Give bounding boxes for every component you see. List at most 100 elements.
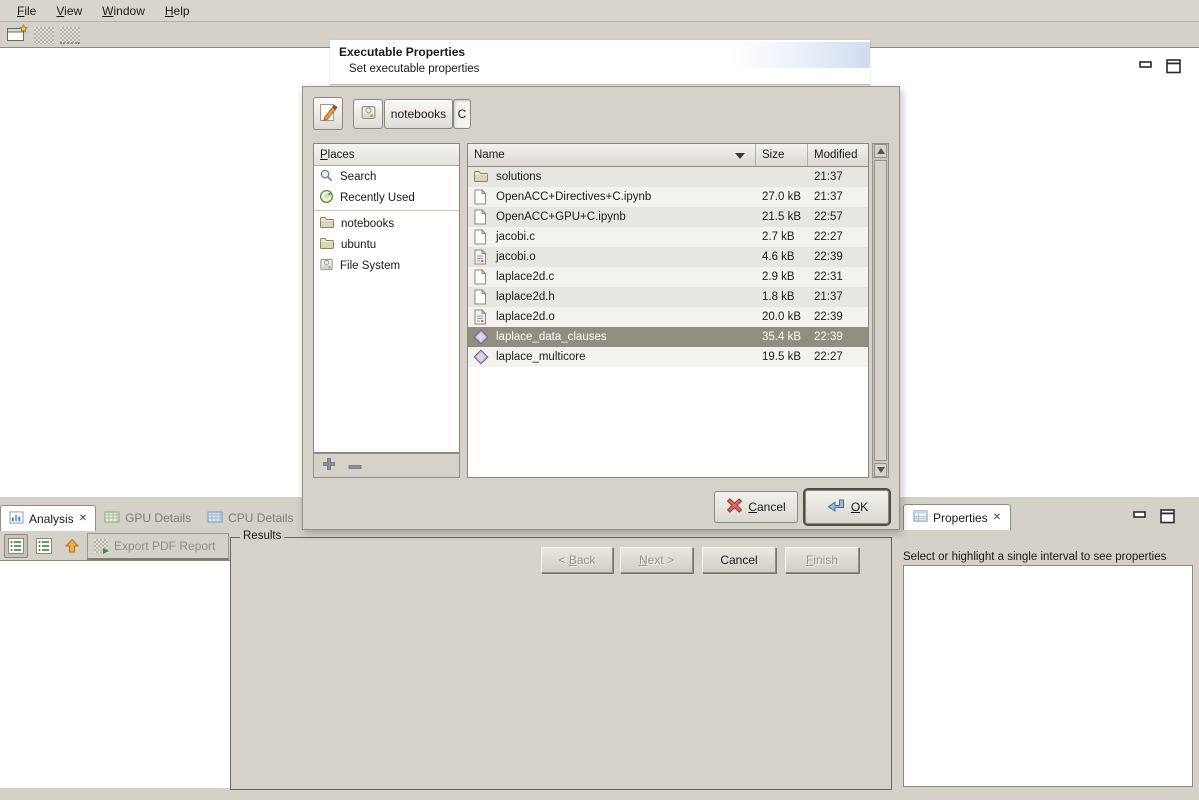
tab-cpu-details[interactable]: CPU Details (199, 505, 297, 531)
breadcrumb-notebooks[interactable]: notebooks (384, 99, 453, 129)
drive-icon (360, 104, 377, 124)
type-filename-button[interactable] (313, 97, 343, 130)
file-modified: 22:27 (808, 351, 868, 363)
menu-view[interactable]: View (47, 2, 91, 20)
export-pdf-icon (94, 539, 108, 553)
file-modified: 22:27 (808, 231, 868, 243)
place-search[interactable]: Search (314, 166, 459, 187)
new-session-icon[interactable] (6, 24, 28, 46)
save-as-icon (60, 27, 80, 44)
minimize-view-icon[interactable] (1138, 58, 1155, 78)
file-row[interactable]: laplace_multicore 19.5 kB 22:27 (468, 347, 868, 367)
tab-properties[interactable]: Properties ✕ (903, 504, 1011, 530)
file-size: 2.9 kB (756, 271, 808, 283)
chooser-ok-button[interactable]: OK (805, 490, 889, 524)
folder-icon (319, 236, 335, 253)
executable-file-icon (473, 329, 489, 345)
add-bookmark-icon (322, 457, 336, 474)
file-row[interactable]: laplace_data_clauses 35.4 kB 22:39 (468, 327, 868, 347)
close-tab-icon[interactable]: ✕ (79, 513, 87, 524)
place-notebooks[interactable]: notebooks (314, 213, 459, 234)
tab-gpu-details[interactable]: GPU Details (96, 505, 199, 531)
file-row[interactable]: laplace2d.h 1.8 kB 21:37 (468, 287, 868, 307)
file-name: solutions (496, 171, 541, 183)
next-button: Next > (620, 547, 693, 573)
list-view-alt-icon[interactable] (32, 534, 56, 558)
file-row[interactable]: jacobi.c 2.7 kB 22:27 (468, 227, 868, 247)
column-name[interactable]: Name (468, 144, 756, 166)
results-panel (230, 537, 892, 790)
file-size: 21.5 kB (756, 211, 808, 223)
file-modified: 22:39 (808, 251, 868, 263)
file-name: OpenACC+GPU+C.ipynb (496, 211, 626, 223)
object-file-icon (473, 309, 489, 325)
scroll-down-icon[interactable] (874, 463, 887, 477)
drive-icon (319, 257, 334, 275)
menu-help[interactable]: Help (156, 2, 199, 20)
scrollbar-thumb[interactable] (874, 160, 887, 461)
breadcrumb-c-active[interactable]: C (453, 99, 471, 129)
gpu-grid-icon (104, 511, 120, 526)
file-row[interactable]: OpenACC+GPU+C.ipynb 21.5 kB 22:57 (468, 207, 868, 227)
search-icon (319, 168, 334, 186)
text-file-icon (473, 189, 489, 205)
tab-analysis[interactable]: Analysis ✕ (0, 505, 96, 531)
file-name: laplace2d.c (496, 271, 554, 283)
places-panel: Places Search Recently Used notebooks u (313, 143, 460, 453)
finish-button: Finish (785, 547, 859, 573)
file-list-scrollbar[interactable] (872, 143, 889, 478)
file-size: 35.4 kB (756, 331, 808, 343)
file-modified: 22:31 (808, 271, 868, 283)
text-file-icon (473, 209, 489, 225)
places-header: Places (314, 144, 459, 166)
file-row[interactable]: solutions 21:37 (468, 167, 868, 187)
file-size: 2.7 kB (756, 231, 808, 243)
maximize-view-icon[interactable] (1165, 58, 1183, 78)
text-file-icon (473, 289, 489, 305)
file-row[interactable]: OpenACC+Directives+C.ipynb 27.0 kB 21:37 (468, 187, 868, 207)
file-size: 27.0 kB (756, 191, 808, 203)
column-modified[interactable]: Modified (808, 144, 868, 166)
file-modified: 22:39 (808, 331, 868, 343)
file-name: jacobi.o (496, 251, 536, 263)
menu-file[interactable]: File (8, 2, 45, 20)
breadcrumb-root-button[interactable] (353, 99, 383, 129)
file-modified: 21:37 (808, 291, 868, 303)
list-view-icon[interactable] (4, 534, 28, 558)
maximize-view-icon[interactable] (1159, 508, 1177, 528)
file-modified: 22:57 (808, 211, 868, 223)
wizard-title: Executable Properties (339, 45, 465, 59)
column-size[interactable]: Size (756, 144, 808, 166)
wizard-cancel-button[interactable]: Cancel (702, 547, 776, 573)
place-recently-used[interactable]: Recently Used (314, 187, 459, 208)
file-row[interactable]: laplace2d.o 20.0 kB 22:39 (468, 307, 868, 327)
menu-bar: File View Window Help (0, 0, 1199, 22)
scroll-up-icon[interactable] (874, 144, 887, 158)
recent-icon (319, 189, 334, 207)
ok-arrow-icon (826, 498, 846, 517)
close-tab-icon[interactable]: ✕ (993, 512, 1001, 523)
chooser-cancel-button[interactable]: Cancel (714, 491, 798, 523)
file-size: 19.5 kB (756, 351, 808, 363)
place-ubuntu[interactable]: ubuntu (314, 234, 459, 255)
back-button: < Back (541, 547, 613, 573)
menu-window[interactable]: Window (93, 2, 154, 20)
file-list[interactable]: solutions 21:37 (468, 167, 868, 367)
place-file-system[interactable]: File System (314, 255, 459, 276)
up-arrow-icon[interactable] (60, 534, 84, 558)
file-name: laplace2d.h (496, 291, 555, 303)
file-row[interactable]: jacobi.o 4.6 kB 22:39 (468, 247, 868, 267)
wizard-banner-image (730, 42, 870, 68)
executable-file-icon (473, 349, 489, 365)
object-file-icon (473, 249, 489, 265)
pencil-icon (318, 102, 338, 126)
properties-message: Select or highlight a single interval to… (903, 551, 1166, 563)
bookmark-buttons (313, 453, 460, 478)
analysis-content (0, 560, 230, 788)
minimize-view-icon[interactable] (1132, 508, 1149, 528)
places-separator (314, 210, 459, 211)
file-row[interactable]: laplace2d.c 2.9 kB 22:31 (468, 267, 868, 287)
properties-content (903, 565, 1193, 787)
file-name: laplace_data_clauses (496, 331, 607, 343)
file-name: laplace2d.o (496, 311, 555, 323)
